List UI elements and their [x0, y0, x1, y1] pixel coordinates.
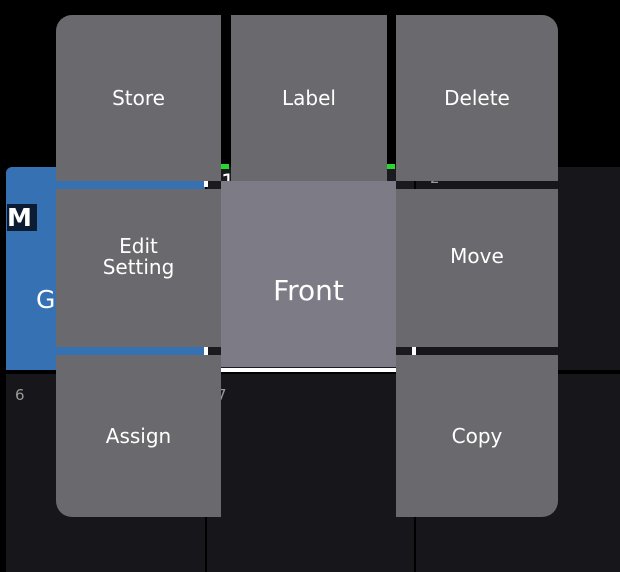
label-button[interactable]: Label: [231, 15, 387, 181]
pool-cell-title: M: [7, 204, 37, 231]
context-menu: Store Label Delete Edit Setting Front Mo…: [56, 15, 558, 517]
delete-button[interactable]: Delete: [396, 15, 558, 181]
pool-cell-number: 6: [15, 386, 25, 404]
copy-button[interactable]: Copy: [396, 355, 558, 517]
store-button[interactable]: Store: [56, 15, 221, 181]
move-button[interactable]: Move: [396, 189, 558, 347]
front-button[interactable]: Front: [221, 181, 396, 367]
edit-setting-button[interactable]: Edit Setting: [56, 189, 221, 347]
assign-button[interactable]: Assign: [56, 355, 221, 517]
pool-cell-subtitle: G: [36, 285, 56, 314]
